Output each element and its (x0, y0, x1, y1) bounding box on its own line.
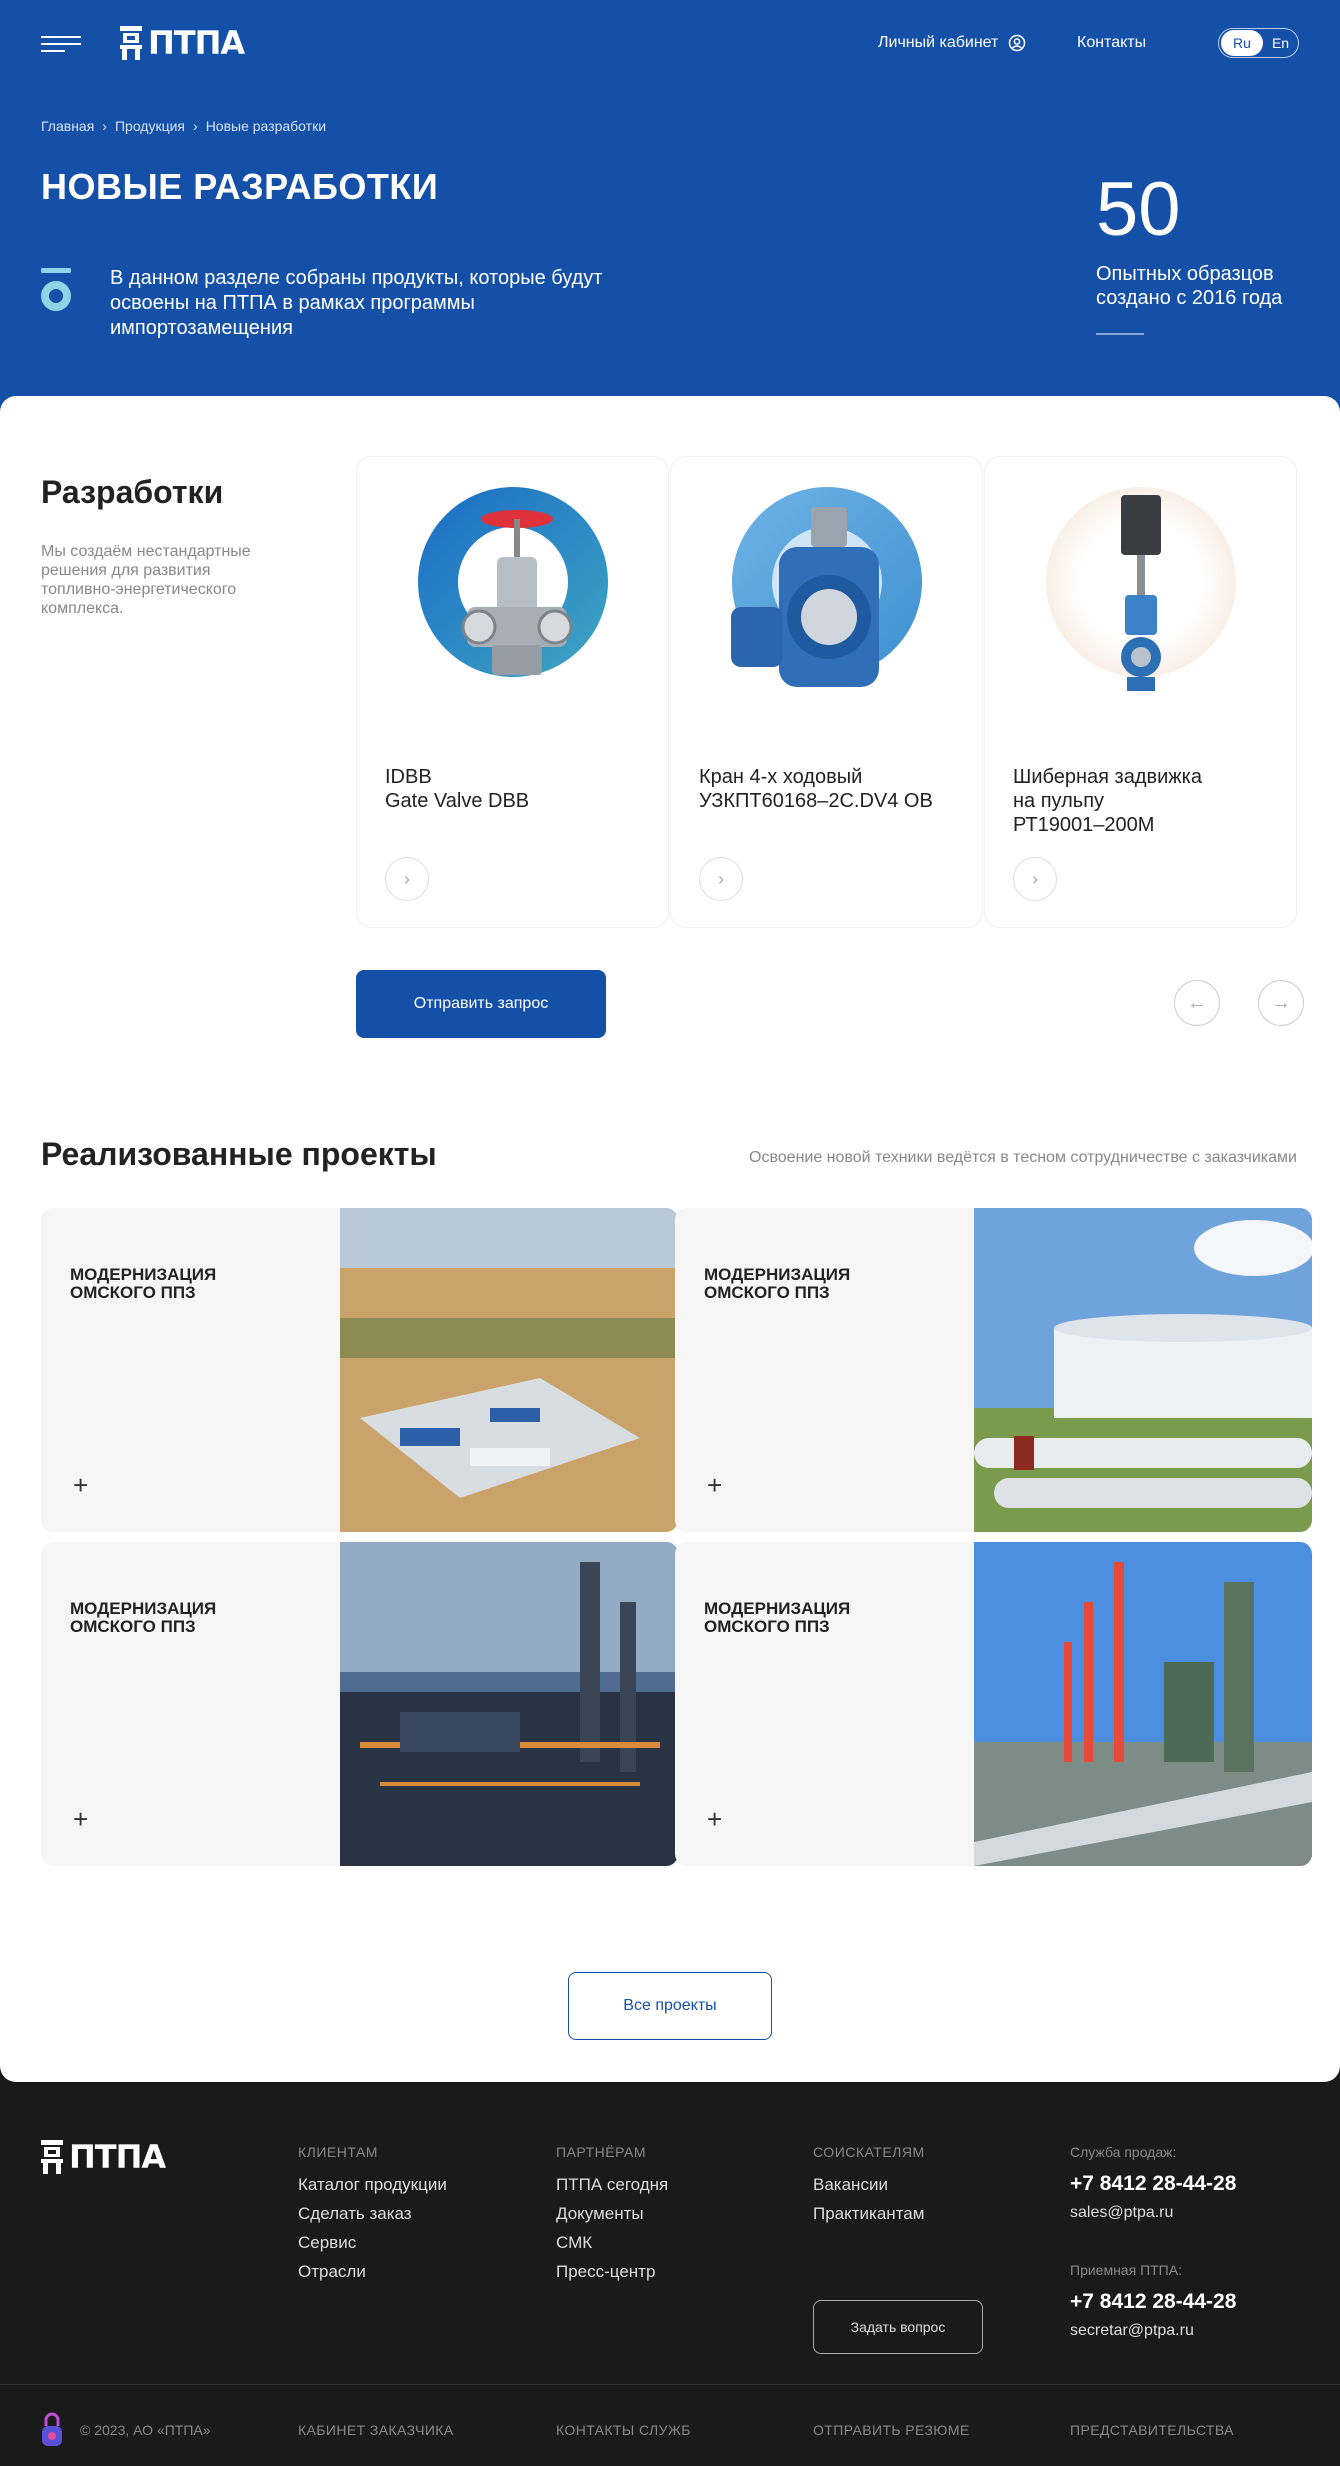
footer-logo-text: ПТПА (69, 2138, 166, 2176)
footer-link[interactable]: Пресс-центр (556, 2257, 668, 2286)
footer-bottom-link[interactable]: КАБИНЕТ ЗАКАЗЧИКА (298, 2422, 454, 2438)
footer-bottom-link[interactable]: ПРЕДСТАВИТЕЛЬСТВА (1070, 2422, 1234, 2438)
footer-link[interactable]: Вакансии (813, 2170, 925, 2199)
language-switcher: Ru En (1218, 28, 1299, 58)
chevron-right-icon[interactable]: › (699, 857, 743, 901)
ask-question-button[interactable]: Задать вопрос (813, 2300, 983, 2354)
footer-column-applicants: СОИСКАТЕЛЯМ Вакансии Практикантам (813, 2144, 925, 2228)
lang-en-button[interactable]: En (1263, 35, 1298, 51)
reception-caption: Приемная ПТПА: (1070, 2262, 1182, 2278)
refinery-dusk-photo (340, 1542, 678, 1866)
oil-tank-photo (974, 1208, 1312, 1532)
project-label: МОДЕРНИЗАЦИЯ ОМСКОГО ППЗ (70, 1599, 217, 1636)
refinery-aerial-photo (340, 1208, 678, 1532)
breadcrumb-separator: › (102, 118, 107, 134)
page-title: НОВЫЕ РАЗРАБОТКИ (41, 166, 439, 207)
sales-phone[interactable]: +7 8412 28-44-28 (1070, 2172, 1236, 2196)
gate-valve-image (461, 510, 573, 675)
plus-icon[interactable]: + (707, 1472, 722, 1498)
footer-column-title: СОИСКАТЕЛЯМ (813, 2144, 925, 2160)
footer-column-partners: ПАРТНЁРАМ ПТПА сегодня Документы СМК Пре… (556, 2144, 668, 2286)
chevron-right-icon[interactable]: › (1013, 857, 1057, 901)
reception-phone[interactable]: +7 8412 28-44-28 (1070, 2290, 1236, 2314)
projects-title: Реализованные проекты (41, 1136, 437, 1172)
main-content: Разработки Мы создаём нестандартные реше… (0, 396, 1340, 2082)
footer-bottom-link[interactable]: ОТПРАВИТЬ РЕЗЮМЕ (813, 2422, 970, 2438)
footer-link[interactable]: Сделать заказ (298, 2199, 447, 2228)
sales-caption: Служба продаж: (1070, 2144, 1177, 2160)
cabinet-label: Личный кабинет (878, 34, 999, 51)
logo[interactable]: ПТПА (120, 24, 245, 62)
product-card[interactable]: IDBB Gate Valve DBB › (356, 456, 669, 928)
knife-gate-valve-image (1121, 495, 1161, 691)
hero-header: ПТПА Личный кабинет Контакты Ru En Главн… (0, 0, 1340, 410)
sales-contact: Служба продаж: +7 8412 28-44-28 sales@pt… (1070, 2144, 1236, 2222)
project-label: МОДЕРНИЗАЦИЯ ОМСКОГО ППЗ (70, 1265, 217, 1302)
developments-title: Разработки (41, 474, 224, 510)
breadcrumb-separator: › (193, 118, 198, 134)
footer-link[interactable]: Документы (556, 2199, 668, 2228)
footer-link[interactable]: Каталог продукции (298, 2170, 447, 2199)
plus-icon[interactable]: + (73, 1806, 88, 1832)
ring-icon (41, 268, 71, 311)
breadcrumb-current: Новые разработки (205, 118, 327, 134)
refinery-chimneys-photo (974, 1542, 1312, 1866)
stat-value: 50 (1096, 167, 1181, 252)
plus-icon[interactable]: + (73, 1472, 88, 1498)
footer-link[interactable]: СМК (556, 2228, 668, 2257)
cabinet-link[interactable]: Личный кабинет (878, 34, 1026, 52)
projects-subtitle: Освоение новой техники ведётся в тесном … (749, 1149, 1297, 1166)
product-card[interactable]: Шиберная задвижка на пульпу РТ19001–200М… (984, 456, 1297, 928)
send-request-button[interactable]: Отправить запрос (356, 970, 606, 1038)
product-name: IDBB Gate Valve DBB (385, 766, 530, 812)
project-card[interactable]: МОДЕРНИЗАЦИЯ ОМСКОГО ППЗ + (41, 1542, 678, 1866)
stat-label: Опытных образцов создано с 2016 года (1096, 263, 1283, 309)
reception-contact: Приемная ПТПА: +7 8412 28-44-28 secretar… (1070, 2262, 1236, 2340)
developments-description: Мы создаём нестандартные решения для раз… (41, 543, 251, 617)
logo-mark-icon (41, 2140, 63, 2174)
lock-badge-icon (42, 2412, 62, 2446)
chevron-right-icon[interactable]: › (385, 857, 429, 901)
arrow-right-icon[interactable]: → (1258, 980, 1304, 1026)
project-label: МОДЕРНИЗАЦИЯ ОМСКОГО ППЗ (704, 1265, 851, 1302)
footer-link[interactable]: ПТПА сегодня (556, 2170, 668, 2199)
contacts-link[interactable]: Контакты (1077, 34, 1146, 52)
sales-email[interactable]: sales@ptpa.ru (1070, 2204, 1236, 2222)
footer-bottom-link[interactable]: КОНТАКТЫ СЛУЖБ (556, 2422, 691, 2438)
footer-column-clients: КЛИЕНТАМ Каталог продукции Сделать заказ… (298, 2144, 447, 2286)
arrow-left-icon[interactable]: ← (1174, 980, 1220, 1026)
footer-column-title: КЛИЕНТАМ (298, 2144, 378, 2160)
footer-link[interactable]: Практикантам (813, 2199, 925, 2228)
divider (0, 2384, 1340, 2385)
reception-email[interactable]: secretar@ptpa.ru (1070, 2322, 1236, 2340)
logo-text: ПТПА (148, 24, 245, 62)
divider (1096, 333, 1144, 335)
breadcrumb-products[interactable]: Продукция (115, 118, 185, 134)
product-name: Шиберная задвижка на пульпу РТ19001–200М (1013, 766, 1202, 836)
footer-logo[interactable]: ПТПА (41, 2138, 166, 2176)
project-card[interactable]: МОДЕРНИЗАЦИЯ ОМСКОГО ППЗ + (41, 1208, 678, 1532)
all-projects-button[interactable]: Все проекты (568, 1972, 772, 2040)
product-name: Кран 4-х ходовый УЗКПТ60168–2C.DV4 OB (699, 766, 933, 812)
breadcrumb-home[interactable]: Главная (41, 118, 94, 134)
four-way-valve-image (731, 507, 879, 687)
project-card[interactable]: МОДЕРНИЗАЦИЯ ОМСКОГО ППЗ + (675, 1542, 1312, 1866)
plus-icon[interactable]: + (707, 1806, 722, 1832)
product-card[interactable]: Кран 4-х ходовый УЗКПТ60168–2C.DV4 OB › (670, 456, 983, 928)
user-icon (1009, 34, 1026, 52)
footer: ПТПА КЛИЕНТАМ Каталог продукции Сделать … (0, 2082, 1340, 2466)
footer-column-title: ПАРТНЁРАМ (556, 2144, 647, 2160)
project-label: МОДЕРНИЗАЦИЯ ОМСКОГО ППЗ (704, 1599, 851, 1636)
breadcrumb: Главная › Продукция › Новые разработки (41, 118, 326, 134)
lang-ru-button[interactable]: Ru (1221, 30, 1263, 56)
hero-description: В данном разделе собраны продукты, котор… (110, 267, 603, 339)
copyright: © 2023, АО «ПТПА» (80, 2422, 211, 2438)
footer-link[interactable]: Отрасли (298, 2257, 447, 2286)
menu-icon[interactable] (41, 34, 81, 54)
footer-link[interactable]: Сервис (298, 2228, 447, 2257)
logo-mark-icon (120, 26, 142, 60)
project-card[interactable]: МОДЕРНИЗАЦИЯ ОМСКОГО ППЗ + (675, 1208, 1312, 1532)
